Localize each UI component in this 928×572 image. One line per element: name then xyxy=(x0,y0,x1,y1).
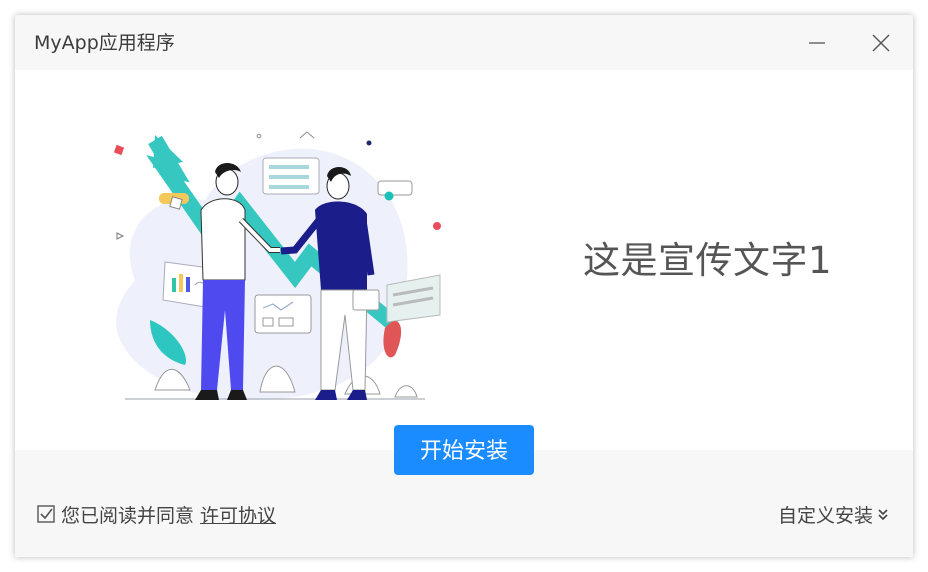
business-handshake-illustration xyxy=(113,131,441,401)
close-button[interactable] xyxy=(867,29,895,57)
promo-slogan: 这是宣传文字1 xyxy=(583,239,833,282)
agree-checkbox[interactable] xyxy=(37,505,55,523)
custom-install-label: 自定义安装 xyxy=(777,504,873,527)
checkbox-checked-icon xyxy=(37,505,55,523)
installer-window: MyApp应用程序 这是宣传文字1 开始安装 您已阅读并同意 许可协议 自定义安… xyxy=(15,15,913,557)
title-bar[interactable]: MyApp应用程序 xyxy=(15,15,913,70)
start-install-button[interactable]: 开始安装 xyxy=(394,425,534,475)
minimize-icon xyxy=(809,42,825,44)
banner-area: 这是宣传文字1 xyxy=(15,70,913,450)
minimize-button[interactable] xyxy=(803,29,831,57)
double-chevron-down-icon xyxy=(877,507,889,521)
custom-install-toggle[interactable]: 自定义安装 xyxy=(778,501,889,527)
license-link[interactable]: 许可协议 xyxy=(200,501,276,528)
agree-text: 您已阅读并同意 xyxy=(61,504,195,527)
license-agreement: 您已阅读并同意 许可协议 xyxy=(37,501,276,527)
close-icon xyxy=(872,34,890,52)
window-title: MyApp应用程序 xyxy=(34,32,175,54)
